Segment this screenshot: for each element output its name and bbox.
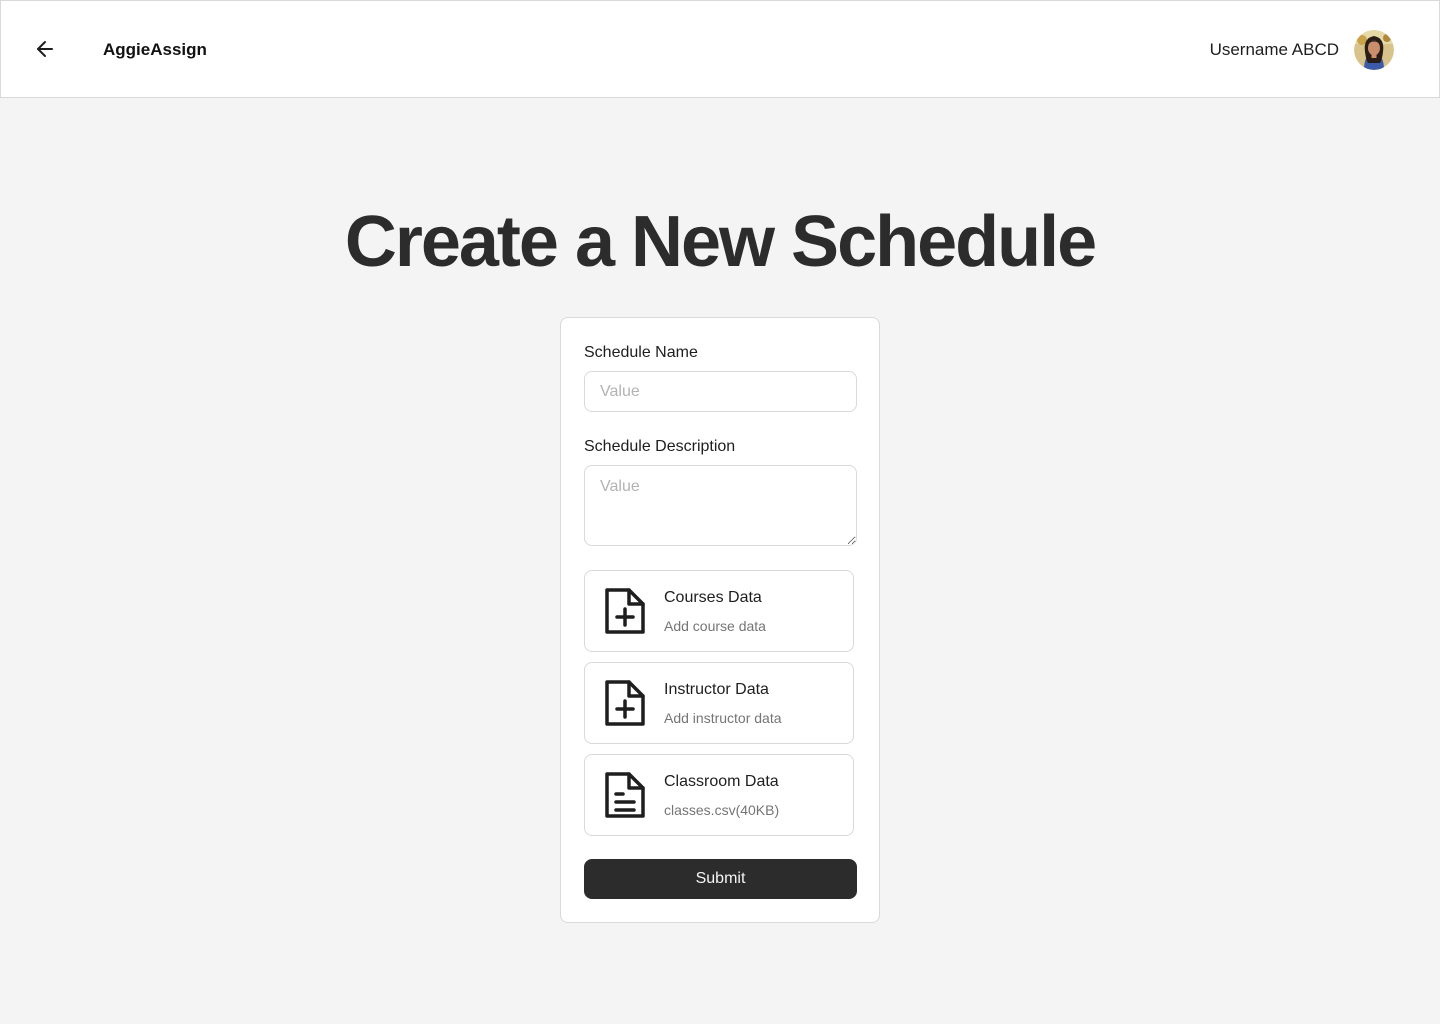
classroom-data-upload[interactable]: Classroom Data classes.csv(40KB)	[584, 754, 854, 836]
upload-title: Courses Data	[664, 589, 762, 606]
top-navigation-bar: AggieAssign Username ABCD	[0, 0, 1440, 98]
file-text-icon	[605, 772, 645, 818]
page-title: Create a New Schedule	[344, 202, 1097, 282]
username-label: Username ABCD	[1209, 40, 1339, 59]
upload-subtitle: classes.csv(40KB)	[664, 802, 780, 818]
upload-subtitle: Add course data	[664, 618, 766, 634]
submit-button[interactable]: Submit	[584, 859, 857, 899]
upload-subtitle: Add instructor data	[664, 710, 782, 726]
file-plus-icon	[605, 588, 645, 634]
schedule-name-input[interactable]	[584, 371, 857, 412]
schedule-name-label: Schedule Name	[584, 344, 698, 361]
schedule-description-label: Schedule Description	[584, 438, 736, 455]
file-plus-icon	[605, 680, 645, 726]
create-schedule-form: Schedule Name Schedule Description Cours…	[560, 317, 880, 923]
app-name[interactable]: AggieAssign	[103, 39, 207, 61]
user-avatar-image	[1354, 30, 1394, 70]
instructor-data-upload[interactable]: Instructor Data Add instructor data	[584, 662, 854, 744]
arrow-left-icon	[37, 41, 53, 57]
courses-data-upload[interactable]: Courses Data Add course data	[584, 570, 854, 652]
schedule-description-textarea[interactable]	[584, 465, 857, 546]
upload-title: Instructor Data	[664, 681, 769, 698]
avatar[interactable]	[1354, 30, 1394, 70]
back-button[interactable]	[31, 35, 59, 63]
upload-title: Classroom Data	[664, 773, 779, 790]
